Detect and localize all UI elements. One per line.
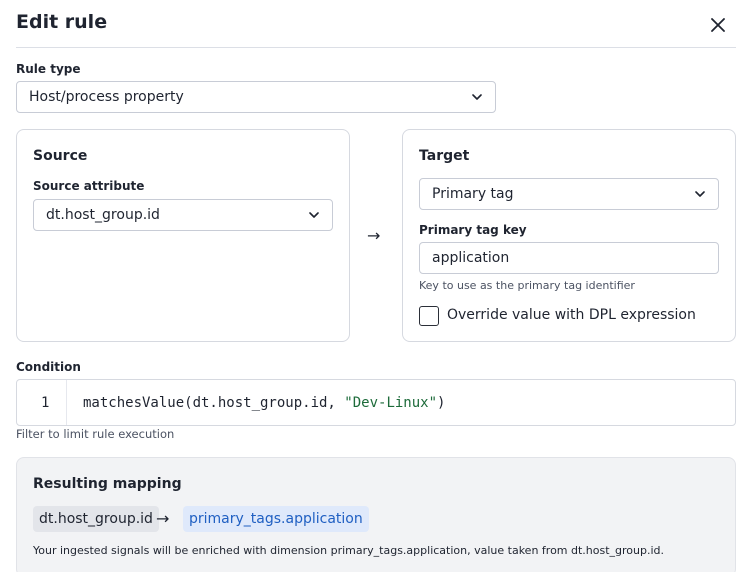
condition-code-editor[interactable]: 1 matchesValue(dt.host_group.id, "Dev-Li… (16, 379, 736, 426)
header-divider (16, 47, 736, 48)
primary-tag-key-input[interactable] (419, 242, 719, 274)
rule-type-label: Rule type (16, 62, 81, 76)
condition-hint: Filter to limit rule execution (16, 427, 175, 441)
arrow-right-icon: → (367, 226, 381, 245)
chevron-down-icon (471, 91, 483, 103)
resulting-mapping-panel: Resulting mapping dt.host_group.id → pri… (16, 457, 736, 572)
source-title: Source (33, 148, 88, 164)
code-line: matchesValue(dt.host_group.id, "Dev-Linu… (83, 395, 445, 411)
source-attribute-select[interactable]: dt.host_group.id (33, 199, 333, 231)
resulting-mapping-title: Resulting mapping (33, 476, 182, 492)
source-card: Source Source attribute dt.host_group.id (16, 129, 350, 342)
condition-label: Condition (16, 360, 81, 374)
chevron-down-icon (694, 188, 706, 200)
close-icon (711, 18, 725, 32)
source-attribute-label: Source attribute (33, 179, 145, 193)
resulting-mapping-description: Your ingested signals will be enriched w… (33, 544, 665, 557)
target-type-value: Primary tag (432, 186, 514, 202)
close-button[interactable] (706, 13, 730, 37)
code-function: matchesValue(dt.host_group.id, (83, 395, 345, 411)
line-number: 1 (41, 395, 50, 411)
override-checkbox[interactable] (419, 306, 439, 326)
primary-tag-key-label: Primary tag key (419, 223, 527, 237)
target-chip: primary_tags.application (183, 506, 369, 532)
arrow-right-icon: → (156, 509, 170, 528)
target-type-select[interactable]: Primary tag (419, 178, 719, 210)
chevron-down-icon (308, 209, 320, 221)
target-card: Target Primary tag Primary tag key Key t… (402, 129, 736, 342)
rule-type-value: Host/process property (29, 89, 184, 105)
code-string-literal: "Dev-Linux" (344, 395, 438, 411)
primary-tag-key-hint: Key to use as the primary tag identifier (419, 279, 635, 292)
code-closing-paren: ) (437, 395, 446, 411)
source-chip: dt.host_group.id (33, 506, 159, 532)
rule-type-select[interactable]: Host/process property (16, 81, 496, 113)
code-gutter: 1 (17, 380, 67, 425)
source-attribute-value: dt.host_group.id (46, 207, 160, 223)
override-checkbox-label: Override value with DPL expression (447, 307, 696, 323)
dialog-title: Edit rule (16, 11, 108, 33)
target-title: Target (419, 148, 470, 164)
